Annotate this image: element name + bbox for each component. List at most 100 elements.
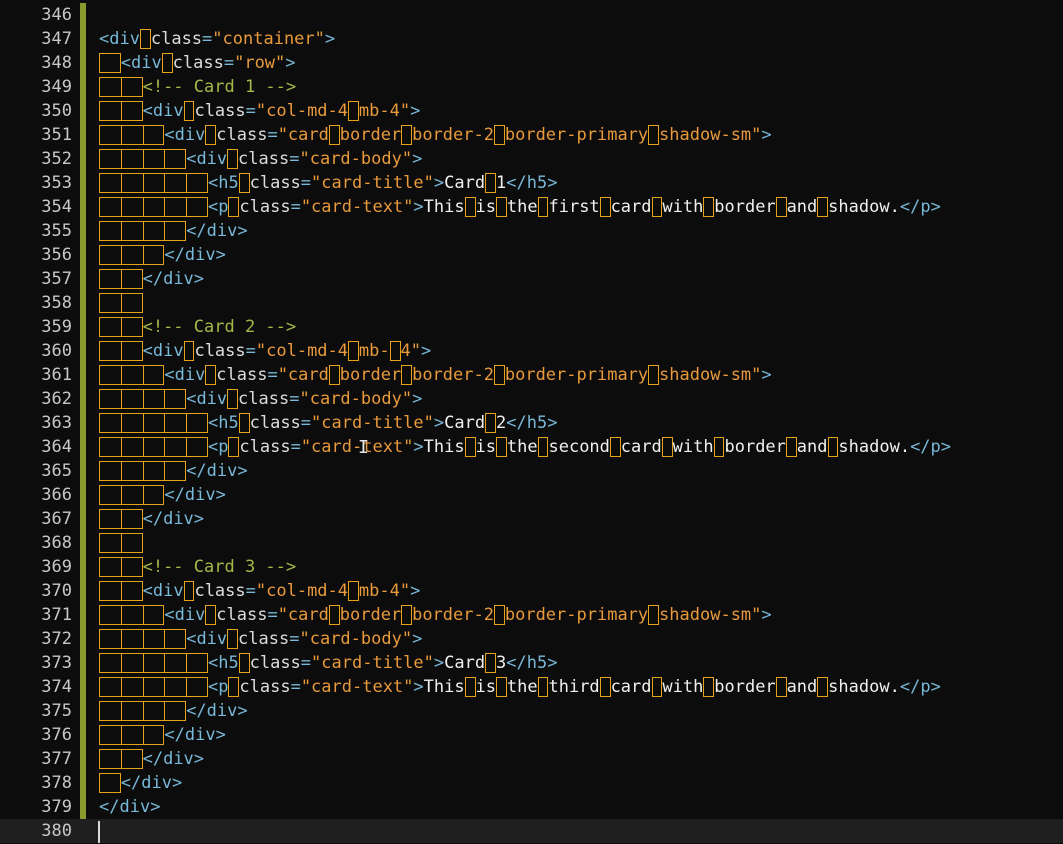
whitespace-marker <box>161 53 173 73</box>
code-token: = <box>245 341 256 361</box>
whitespace-marker <box>328 125 340 145</box>
code-token: = <box>290 677 301 697</box>
code-line[interactable]: 346 <box>0 3 1063 27</box>
code-line[interactable]: 375 </div> <box>0 699 1063 723</box>
code-token: < <box>186 629 197 649</box>
code-token: > <box>547 413 558 433</box>
indent-marker <box>142 173 165 193</box>
code-line[interactable]: 356 </div> <box>0 243 1063 267</box>
code-line[interactable]: 372 <div class="card-body"> <box>0 627 1063 651</box>
indent-marker <box>99 629 121 649</box>
indent-marker <box>120 341 143 361</box>
whitespace-marker <box>599 677 611 697</box>
code-line[interactable]: 357 </div> <box>0 267 1063 291</box>
code-line[interactable]: 351 <div class="card border border-2 border-p… <box>0 123 1063 147</box>
code-token: "col-md-4 <box>255 101 349 121</box>
code-token: = <box>300 653 312 673</box>
code-line[interactable]: 379 </div> <box>0 795 1063 819</box>
whitespace-marker <box>537 677 549 697</box>
code-token: div <box>119 797 151 817</box>
code-token: Card <box>444 413 486 433</box>
code-token: < <box>142 341 153 361</box>
whitespace-marker <box>328 365 340 385</box>
indent-marker <box>164 653 187 673</box>
code-line[interactable]: 358 <box>0 291 1063 315</box>
code-line[interactable]: 353 <h5 class="card-title">Card 1</h5> <box>0 171 1063 195</box>
code-token: </ <box>506 413 527 433</box>
code-token: = <box>202 29 213 49</box>
code-line[interactable]: 347 <div class="container"> <box>0 27 1063 51</box>
code-line[interactable]: 374 <p class="card-text">This is the third car… <box>0 675 1063 699</box>
indent-marker <box>142 125 165 145</box>
code-line[interactable]: 378 </div> <box>0 771 1063 795</box>
code-token: < <box>142 101 153 121</box>
code-line[interactable]: 354 <p class="card-text">This is the first car… <box>0 195 1063 219</box>
code-line[interactable]: 368 <box>0 531 1063 555</box>
code-token: border-primary <box>504 365 649 385</box>
code-token: </ <box>910 437 931 457</box>
line-content: <p class="card-text">This is the second card w… <box>99 437 951 457</box>
code-line[interactable]: 366 </div> <box>0 483 1063 507</box>
code-line[interactable]: 361 <div class="card border border-2 border-p… <box>0 363 1063 387</box>
indent-marker <box>120 485 143 505</box>
line-number: 352 <box>41 149 72 169</box>
line-content: </div> <box>99 245 226 265</box>
code-token: "card-title" <box>311 413 434 433</box>
code-line[interactable]: 348 <div class="row"> <box>0 51 1063 75</box>
line-number: 374 <box>41 677 72 697</box>
code-line[interactable]: 363 <h5 class="card-title">Card 2</h5> <box>0 411 1063 435</box>
code-token: </ <box>142 749 164 769</box>
code-line[interactable]: 359 <!-- Card 2 --> <box>0 315 1063 339</box>
code-token: is <box>475 197 496 217</box>
whitespace-marker <box>464 197 476 217</box>
code-token: "row" <box>234 53 286 73</box>
code-editor[interactable]: 346 347 <div class="container"> 348 <div class… <box>0 0 1063 844</box>
line-content: <div class="container"> <box>99 29 335 49</box>
code-line[interactable]: 355 </div> <box>0 219 1063 243</box>
code-line[interactable]: 367 </div> <box>0 507 1063 531</box>
code-token: with <box>662 677 704 697</box>
whitespace-marker <box>537 437 549 457</box>
code-line[interactable]: 369 <!-- Card 3 --> <box>0 555 1063 579</box>
code-line[interactable]: 373 <h5 class="card-title">Card 3</h5> <box>0 651 1063 675</box>
line-number: 376 <box>41 725 72 745</box>
code-line[interactable]: 365 </div> <box>0 459 1063 483</box>
code-token: div <box>152 581 184 601</box>
whitespace-marker <box>495 437 507 457</box>
indent-marker <box>120 245 143 265</box>
indent-marker <box>186 677 208 697</box>
code-token: > <box>413 677 424 697</box>
code-token: 2 <box>495 413 507 433</box>
line-content: <divclass="col-md-4mb-4"> <box>99 341 431 361</box>
code-line[interactable]: 350 <div class="col-md-4 mb-4"> <box>0 99 1063 123</box>
whitespace-marker <box>183 341 195 361</box>
code-line[interactable]: 371 <div class="card border border-2 border-p… <box>0 603 1063 627</box>
code-token: "card-body" <box>299 629 413 649</box>
indent-marker <box>120 101 143 121</box>
line-number: 367 <box>41 509 72 529</box>
code-line[interactable]: 352 <div class="card-body"> <box>0 147 1063 171</box>
code-token: div <box>163 509 194 529</box>
indent-marker <box>186 197 208 217</box>
code-line[interactable]: 364 <p class="card-text">This is the second ca… <box>0 435 1063 459</box>
line-number: 347 <box>41 29 72 49</box>
indent-marker <box>142 245 165 265</box>
indent-marker <box>99 269 121 289</box>
code-token: < <box>164 365 175 385</box>
code-token: the <box>506 197 538 217</box>
whitespace-marker <box>713 437 725 457</box>
code-line[interactable]: 380 <box>0 819 1063 843</box>
code-line[interactable]: 360 <div class="col-md-4 mb- 4"> <box>0 339 1063 363</box>
code-line[interactable]: 377 </div> <box>0 747 1063 771</box>
code-token: class <box>238 389 290 409</box>
code-token: = <box>267 125 278 145</box>
indent-marker <box>164 461 187 481</box>
code-token: class <box>216 605 268 625</box>
code-line[interactable]: 376 </div> <box>0 723 1063 747</box>
code-line[interactable]: 349 <!-- Card 1 --> <box>0 75 1063 99</box>
indent-marker <box>99 101 121 121</box>
code-line[interactable]: 362 <div class="card-body"> <box>0 387 1063 411</box>
code-line[interactable]: 370 <div class="col-md-4 mb-4"> <box>0 579 1063 603</box>
line-content: <divclass="col-md-4mb-4"> <box>99 581 420 601</box>
code-token: p <box>920 677 931 697</box>
